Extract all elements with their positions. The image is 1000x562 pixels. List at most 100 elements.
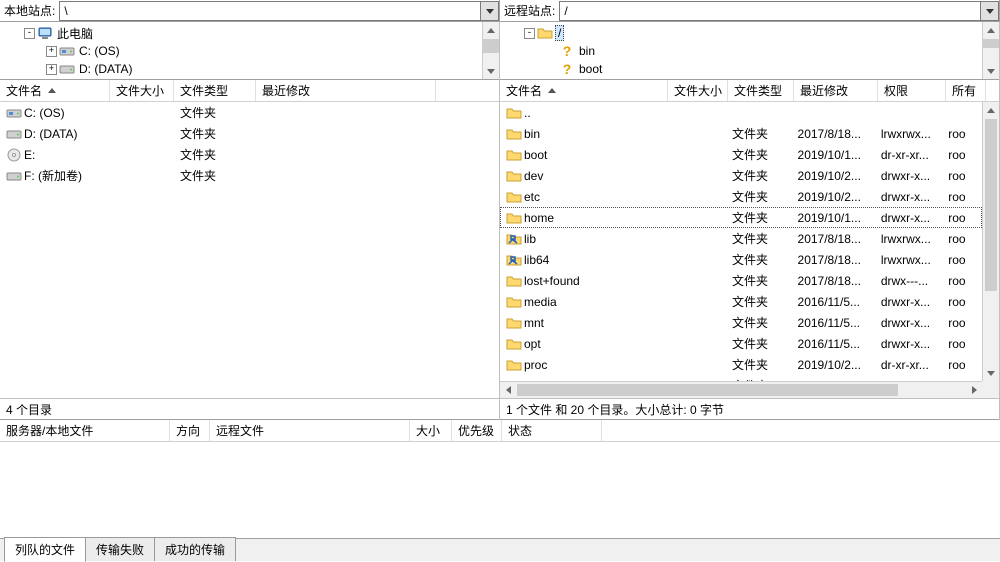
- cell-type: 文件夹: [726, 335, 791, 352]
- column-dir[interactable]: 方向: [170, 420, 210, 441]
- cell-type: 文件夹: [174, 146, 256, 163]
- tree-label: /: [555, 25, 564, 41]
- column-stat[interactable]: 状态: [502, 420, 602, 441]
- list-row[interactable]: ..: [500, 102, 982, 123]
- local-site-label: 本地站点:: [0, 2, 59, 19]
- scroll-up-icon[interactable]: [983, 22, 999, 39]
- scroll-corner: [982, 381, 999, 398]
- local-site-dropdown[interactable]: [481, 1, 499, 21]
- tree-expander[interactable]: -: [24, 28, 35, 39]
- list-row[interactable]: F: (新加卷)文件夹: [0, 165, 482, 186]
- tree-node[interactable]: -此电脑: [24, 24, 499, 42]
- tree-node[interactable]: +D: (DATA): [24, 60, 499, 78]
- remote-list[interactable]: .. bin文件夹2017/8/18...lrwxrwx...roo boot文…: [500, 102, 999, 398]
- column-name[interactable]: 文件名: [0, 80, 110, 101]
- list-row[interactable]: home文件夹2019/10/1...drwxr-x...roo: [500, 207, 982, 228]
- column-size[interactable]: 大小: [410, 420, 452, 441]
- queue-tabs: 列队的文件传输失败成功的传输: [0, 539, 1000, 561]
- folder-icon: [506, 126, 522, 142]
- list-row[interactable]: lib64文件夹2017/8/18...lrwxrwx...roo: [500, 249, 982, 270]
- list-row[interactable]: bin文件夹2017/8/18...lrwxrwx...roo: [500, 123, 982, 144]
- cell-type: 文件夹: [726, 167, 791, 184]
- scroll-thumb[interactable]: [983, 39, 999, 48]
- list-row[interactable]: media文件夹2016/11/5...drwxr-x...roo: [500, 291, 982, 312]
- cell-type: 文件夹: [726, 209, 791, 226]
- tree-expander[interactable]: +: [46, 64, 57, 75]
- column-prio[interactable]: 优先级: [452, 420, 502, 441]
- remote-list-vscroll[interactable]: [982, 102, 999, 381]
- scroll-down-icon[interactable]: [983, 364, 999, 381]
- drive-c-icon: [59, 43, 75, 59]
- cell-perm: dr-xr-xr...: [875, 358, 942, 372]
- svg-text:?: ?: [563, 43, 572, 59]
- cell-mtime: 2016/11/5...: [792, 337, 875, 351]
- column-type[interactable]: 文件类型: [174, 80, 256, 101]
- tab[interactable]: 传输失败: [85, 537, 155, 561]
- tree-expander[interactable]: -: [524, 28, 535, 39]
- tab[interactable]: 成功的传输: [154, 537, 236, 561]
- cell-mtime: 2017/8/18...: [792, 232, 875, 246]
- local-list-header[interactable]: 文件名文件大小文件类型最近修改: [0, 80, 499, 102]
- column-remote[interactable]: 远程文件: [210, 420, 410, 441]
- cell-name: media: [500, 294, 667, 310]
- scroll-right-icon[interactable]: [965, 382, 982, 398]
- local-site-input[interactable]: [59, 1, 481, 21]
- scroll-left-icon[interactable]: [500, 382, 517, 398]
- list-row[interactable]: C: (OS)文件夹: [0, 102, 482, 123]
- tree-label: boot: [577, 62, 604, 76]
- queue-body[interactable]: [0, 442, 1000, 539]
- remote-site-dropdown[interactable]: [981, 1, 999, 21]
- list-row[interactable]: E:文件夹: [0, 144, 482, 165]
- column-srv[interactable]: 服务器/本地文件: [0, 420, 170, 441]
- column-type[interactable]: 文件类型: [728, 80, 794, 101]
- list-row[interactable]: opt文件夹2016/11/5...drwxr-x...roo: [500, 333, 982, 354]
- remote-list-header[interactable]: 文件名文件大小文件类型最近修改权限所有: [500, 80, 999, 102]
- cell-owner: roo: [942, 337, 982, 351]
- remote-site-input[interactable]: [559, 1, 981, 21]
- column-size[interactable]: 文件大小: [110, 80, 174, 101]
- scroll-up-icon[interactable]: [483, 22, 499, 39]
- tree-expander[interactable]: +: [46, 46, 57, 57]
- list-row[interactable]: lib文件夹2017/8/18...lrwxrwx...roo: [500, 228, 982, 249]
- local-list[interactable]: C: (OS)文件夹 D: (DATA)文件夹 E:文件夹 F: (新加卷)文件…: [0, 102, 499, 398]
- folder-icon: [506, 105, 522, 121]
- local-tree[interactable]: -此电脑+C: (OS)+D: (DATA): [0, 22, 499, 80]
- column-mtime[interactable]: 最近修改: [256, 80, 436, 101]
- list-row[interactable]: D: (DATA)文件夹: [0, 123, 482, 144]
- scroll-thumb[interactable]: [517, 384, 898, 396]
- cell-type: 文件夹: [174, 104, 256, 121]
- unknown-icon: ?: [559, 61, 575, 77]
- list-row[interactable]: dev文件夹2019/10/2...drwxr-x...roo: [500, 165, 982, 186]
- list-row[interactable]: proc文件夹2019/10/2...dr-xr-xr...roo: [500, 354, 982, 375]
- tree-node[interactable]: ?boot: [524, 60, 999, 78]
- queue-header[interactable]: 服务器/本地文件方向远程文件大小优先级状态: [0, 420, 1000, 442]
- local-tree-scrollbar[interactable]: [482, 22, 499, 79]
- column-size[interactable]: 文件大小: [668, 80, 728, 101]
- column-owner[interactable]: 所有: [946, 80, 986, 101]
- local-pane: -此电脑+C: (OS)+D: (DATA) 文件名文件大小文件类型最近修改 C…: [0, 22, 500, 420]
- list-row[interactable]: mnt文件夹2016/11/5...drwxr-x...roo: [500, 312, 982, 333]
- column-name[interactable]: 文件名: [500, 80, 668, 101]
- column-mtime[interactable]: 最近修改: [794, 80, 878, 101]
- remote-tree-scrollbar[interactable]: [982, 22, 999, 79]
- cell-name: etc: [500, 189, 667, 205]
- scroll-down-icon[interactable]: [483, 62, 499, 79]
- drive-c-icon: [6, 105, 22, 121]
- tree-node[interactable]: ?bin: [524, 42, 999, 60]
- remote-status: 1 个文件 和 20 个目录。大小总计: 0 字节: [500, 398, 999, 420]
- list-row[interactable]: etc文件夹2019/10/2...drwxr-x...roo: [500, 186, 982, 207]
- remote-tree[interactable]: -/?bin?boot: [500, 22, 999, 80]
- column-perm[interactable]: 权限: [878, 80, 946, 101]
- tree-node[interactable]: -/: [524, 24, 999, 42]
- cell-owner: roo: [942, 148, 982, 162]
- tree-node[interactable]: +C: (OS): [24, 42, 499, 60]
- scroll-thumb[interactable]: [483, 39, 499, 53]
- scroll-down-icon[interactable]: [983, 62, 999, 79]
- scroll-up-icon[interactable]: [983, 102, 999, 119]
- list-row[interactable]: boot文件夹2019/10/1...dr-xr-xr...roo: [500, 144, 982, 165]
- list-row[interactable]: lost+found文件夹2017/8/18...drwx---...roo: [500, 270, 982, 291]
- remote-list-hscroll[interactable]: [500, 381, 982, 398]
- scroll-thumb[interactable]: [985, 119, 997, 291]
- cell-perm: dr-xr-xr...: [875, 148, 942, 162]
- tab[interactable]: 列队的文件: [4, 537, 86, 562]
